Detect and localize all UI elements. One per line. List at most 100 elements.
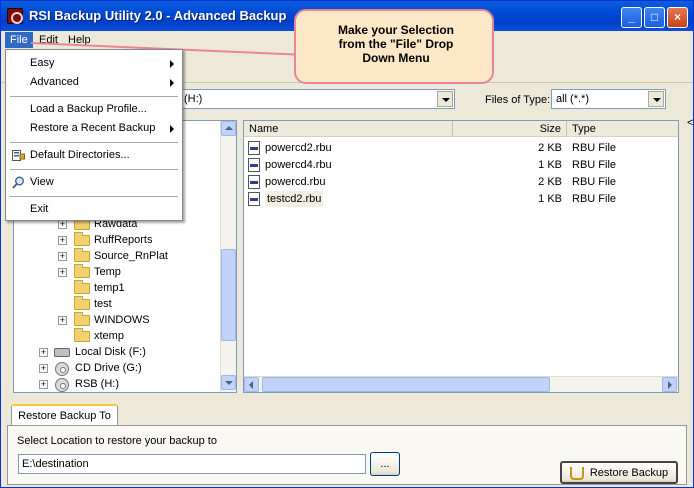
tree-item-label: temp1 xyxy=(94,282,125,294)
file-row[interactable]: testcd2.rbu 1 KB RBU File xyxy=(246,191,676,207)
expand-icon[interactable]: + xyxy=(39,364,48,373)
file-type: RBU File xyxy=(572,176,617,188)
files-of-type-dropdown-icon[interactable] xyxy=(648,91,664,107)
file-row[interactable]: powercd2.rbu 2 KB RBU File xyxy=(246,140,676,156)
file-size: 1 KB xyxy=(538,159,562,171)
directories-icon xyxy=(12,150,25,161)
close-button[interactable]: × xyxy=(667,7,688,28)
location-combo[interactable]: (H:) xyxy=(179,89,455,109)
menu-item-easy[interactable]: Easy xyxy=(6,54,182,72)
files-of-type-label: Files of Type: xyxy=(485,94,551,106)
file-dropdown-menu: Easy Advanced Load a Backup Profile... R… xyxy=(5,49,183,221)
instruction-callout: Make your Selection from the "File" Drop… xyxy=(294,9,494,84)
file-type: RBU File xyxy=(572,193,617,205)
menu-item-label: Easy xyxy=(30,57,55,69)
restore-prompt: Select Location to restore your backup t… xyxy=(17,435,217,447)
scroll-up-icon[interactable] xyxy=(221,121,236,136)
folder-icon xyxy=(74,232,90,246)
file-list[interactable]: Name Size Type powercd2.rbu 2 KB RBU Fil… xyxy=(243,120,679,393)
app-window: RSI Backup Utility 2.0 - Advanced Backup… xyxy=(0,0,694,488)
folder-icon xyxy=(74,328,90,342)
callout-line-2: from the "File" Drop xyxy=(338,37,454,51)
expand-icon[interactable]: + xyxy=(39,348,48,357)
column-header-size[interactable]: Size xyxy=(453,121,567,137)
scroll-down-icon[interactable] xyxy=(221,375,236,390)
menu-item-label: Exit xyxy=(30,203,49,215)
tree-item-label: CD Drive (G:) xyxy=(75,362,142,374)
menu-edit[interactable]: Edit xyxy=(34,32,63,48)
menu-item-label: Advanced xyxy=(30,76,79,88)
file-type: RBU File xyxy=(572,142,617,154)
file-size: 2 KB xyxy=(538,176,562,188)
tree-item-label: RuffReports xyxy=(94,234,153,246)
rbu-file-icon xyxy=(248,175,260,189)
file-row[interactable]: powercd4.rbu 1 KB RBU File xyxy=(246,157,676,173)
menu-separator xyxy=(10,96,178,97)
callout-line-1: Make your Selection xyxy=(337,23,455,37)
scroll-thumb[interactable] xyxy=(262,377,550,392)
rbu-file-icon xyxy=(248,192,260,206)
menu-item-view[interactable]: View xyxy=(6,173,182,191)
folder-icon xyxy=(74,296,90,310)
expand-icon[interactable]: + xyxy=(58,236,67,245)
scroll-right-icon[interactable] xyxy=(662,377,677,392)
tree-item-label: WINDOWS xyxy=(94,314,150,326)
tree-vertical-scrollbar[interactable] xyxy=(220,121,236,392)
menu-item-exit[interactable]: Exit xyxy=(6,200,182,218)
file-name: powercd2.rbu xyxy=(265,142,332,154)
menu-item-restore-recent-backup[interactable]: Restore a Recent Backup xyxy=(6,119,182,137)
restore-path-input[interactable]: E:\destination xyxy=(18,454,366,474)
menu-item-label: Default Directories... xyxy=(30,149,130,161)
maximize-button[interactable]: □ xyxy=(644,7,665,28)
menu-item-load-backup-profile[interactable]: Load a Backup Profile... xyxy=(6,100,182,118)
menu-item-label: Load a Backup Profile... xyxy=(30,103,147,115)
callout-text: Make your Selection from the "File" Drop… xyxy=(296,23,496,65)
submenu-arrow-icon xyxy=(170,60,174,68)
submenu-arrow-icon xyxy=(170,125,174,133)
expand-icon[interactable]: + xyxy=(58,252,67,261)
tree-item-label: Source_RnPlat xyxy=(94,250,168,262)
menu-file[interactable]: File xyxy=(5,32,33,48)
file-size: 2 KB xyxy=(538,142,562,154)
expand-icon[interactable]: + xyxy=(58,220,67,229)
tab-restore-backup-to[interactable]: Restore Backup To xyxy=(11,404,118,426)
column-header-name[interactable]: Name xyxy=(244,121,453,137)
app-icon xyxy=(7,8,23,24)
file-name-selected: testcd2.rbu xyxy=(265,191,324,207)
location-dropdown-icon[interactable] xyxy=(437,91,453,107)
edge-mark: < xyxy=(687,117,694,129)
scroll-left-icon[interactable] xyxy=(244,377,259,392)
cd-drive-icon xyxy=(55,362,69,376)
filelist-horizontal-scrollbar[interactable] xyxy=(244,376,678,392)
menu-item-advanced[interactable]: Advanced xyxy=(6,73,182,91)
minimize-button[interactable]: _ xyxy=(621,7,642,28)
submenu-arrow-icon xyxy=(170,79,174,87)
restore-icon xyxy=(570,467,584,480)
restore-backup-button[interactable]: Restore Backup xyxy=(560,461,678,484)
file-name: powercd.rbu xyxy=(265,176,326,188)
column-header-type[interactable]: Type xyxy=(567,121,678,137)
expand-icon[interactable]: + xyxy=(58,268,67,277)
menu-item-default-directories[interactable]: Default Directories... xyxy=(6,146,182,164)
menu-separator xyxy=(10,169,178,170)
tree-item-label: Temp xyxy=(94,266,121,278)
expand-icon[interactable]: + xyxy=(39,380,48,389)
restore-backup-label: Restore Backup xyxy=(589,467,669,479)
folder-icon xyxy=(74,264,90,278)
callout-line-3: Down Menu xyxy=(362,51,430,65)
expand-icon[interactable]: + xyxy=(58,316,67,325)
magnifier-icon xyxy=(12,176,24,189)
scroll-thumb[interactable] xyxy=(221,249,236,341)
folder-icon xyxy=(74,312,90,326)
menu-separator xyxy=(10,196,178,197)
window-title: RSI Backup Utility 2.0 - Advanced Backup xyxy=(29,8,287,23)
file-size: 1 KB xyxy=(538,193,562,205)
file-row[interactable]: powercd.rbu 2 KB RBU File xyxy=(246,174,676,190)
files-of-type-combo[interactable]: all (*.*) xyxy=(551,89,666,109)
menu-separator xyxy=(10,142,178,143)
tree-item-label: RSB (H:) xyxy=(75,378,119,390)
browse-button[interactable]: ... xyxy=(370,452,400,476)
restore-panel: Select Location to restore your backup t… xyxy=(7,425,687,485)
menu-item-label: Restore a Recent Backup xyxy=(30,122,156,134)
hard-disk-icon xyxy=(54,348,70,357)
